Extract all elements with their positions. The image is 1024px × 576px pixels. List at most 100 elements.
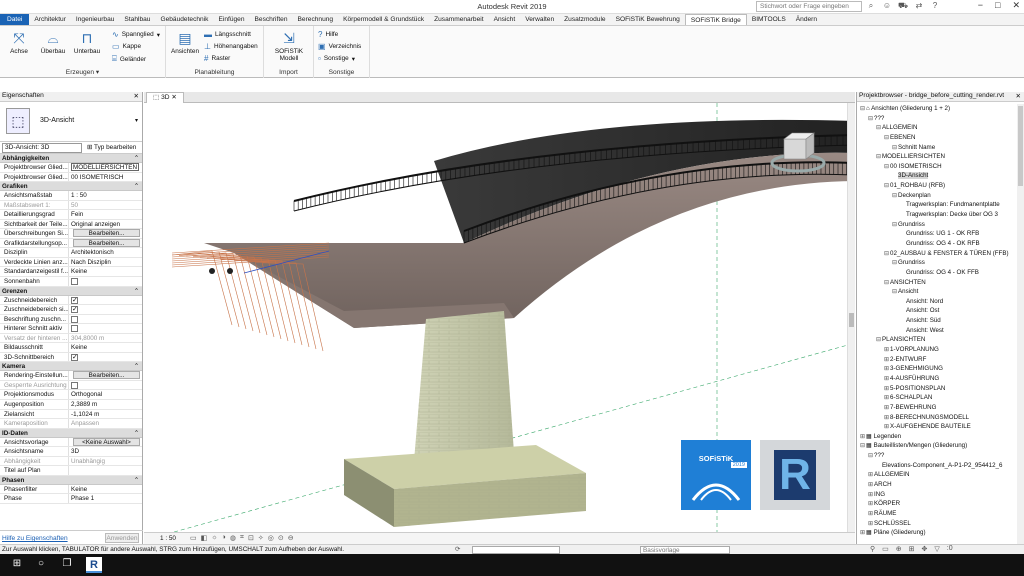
tree-node[interactable]: ⊞RÄUME <box>857 509 1017 519</box>
tree-node[interactable]: ⊟02_AUSBAU & FENSTER & TÜREN (FFB) <box>857 249 1017 259</box>
shadows-icon[interactable]: ◑ <box>222 534 226 542</box>
help-icon[interactable]: ? <box>930 1 940 11</box>
tree-node[interactable]: ⊞6-SCHALPLAN <box>857 393 1017 403</box>
reveal-icon[interactable]: ⊙ <box>278 534 284 542</box>
apply-button[interactable]: Anwenden <box>105 533 139 543</box>
tree-node[interactable]: ⊟Schnitt Name <box>857 143 1017 153</box>
tab-koerpermodell[interactable]: Körpermodell & Grundstück <box>338 14 429 25</box>
tree-node[interactable]: ⊟EBENEN <box>857 133 1017 143</box>
maximize-button[interactable]: □ <box>995 0 1000 11</box>
tree-node[interactable]: ⊟Ansicht <box>857 287 1017 297</box>
tree-node[interactable]: ⊞▦ Legenden <box>857 432 1017 442</box>
tab-sofistik-bewehrung[interactable]: SOFiSTiK Bewehrung <box>611 14 685 25</box>
expand-icon[interactable]: ⊞ <box>859 529 866 539</box>
property-group-header[interactable]: ID-Daten ⌃ <box>0 428 142 438</box>
tab-bimtools[interactable]: BIMTOOLS <box>747 14 791 25</box>
browser-scrollbar[interactable] <box>1017 104 1024 544</box>
property-value[interactable]: Bearbeiten... <box>69 238 142 248</box>
tab-gebaeudetechnik[interactable]: Gebäudetechnik <box>155 14 213 25</box>
3d-canvas[interactable]: SOFiSTiK 2019 R <box>144 103 855 532</box>
property-value[interactable]: 3D <box>69 447 142 456</box>
task-view-icon[interactable]: ❐ <box>58 558 76 569</box>
property-group-header[interactable]: Kamera ⌃ <box>0 362 142 372</box>
tree-node[interactable]: ⊞▦ Pläne (Gliederung) <box>857 528 1017 538</box>
tab-file[interactable]: Datei <box>0 14 30 25</box>
property-value[interactable] <box>69 305 142 314</box>
property-value[interactable] <box>69 296 142 304</box>
tree-node[interactable]: Grundriss: OG 4 - OK FFB <box>857 268 1017 278</box>
tree-node[interactable]: Ansicht: Süd <box>857 316 1017 326</box>
collapse-icon[interactable]: ⌃ <box>134 154 139 163</box>
hoehenangaben-button[interactable]: ⊥ Höhenangaben <box>204 42 258 51</box>
tree-node[interactable]: ⊟01_ROHBAU (RFB) <box>857 181 1017 191</box>
property-edit-button[interactable]: Bearbeiten... <box>73 238 140 247</box>
tree-node[interactable]: ⊞5-POSITIONSPLAN <box>857 384 1017 394</box>
ueberbau-button[interactable]: ⌓ Überbau <box>38 28 68 55</box>
tree-node[interactable]: ⊟PLANSICHTEN <box>857 335 1017 345</box>
select-underlay-icon[interactable]: ▭ <box>882 545 889 553</box>
sync-icon[interactable]: ⟳ <box>455 545 460 553</box>
close-icon[interactable]: ✕ <box>1015 92 1021 100</box>
minimize-button[interactable]: − <box>978 0 983 11</box>
property-value[interactable]: Phase 1 <box>69 494 142 503</box>
tab-ansicht[interactable]: Ansicht <box>489 14 521 25</box>
property-value[interactable]: 2,3889 m <box>69 400 142 409</box>
property-value[interactable]: Orthogonal <box>69 390 142 399</box>
collapse-icon[interactable]: ⌃ <box>134 362 139 371</box>
property-value[interactable] <box>69 315 142 324</box>
tree-node[interactable]: 3D-Ansicht <box>857 171 1017 181</box>
revit-taskbar-icon[interactable]: R <box>86 557 102 573</box>
hide-icon[interactable]: ✧ <box>258 534 264 542</box>
property-edit-button[interactable]: <Keine Auswahl> <box>73 437 140 446</box>
tab-berechnung[interactable]: Berechnung <box>293 14 339 25</box>
tree-node[interactable]: ⊞4-AUSFÜHRUNG <box>857 374 1017 384</box>
tab-architektur[interactable]: Architektur <box>29 14 71 25</box>
property-group-header[interactable]: Grafiken ⌃ <box>0 182 142 192</box>
property-group-header[interactable]: Grenzen ⌃ <box>0 286 142 296</box>
tree-node[interactable]: ⊞ALLGEMEIN <box>857 470 1017 480</box>
windows-start-icon[interactable]: ⊞ <box>8 558 26 569</box>
type-selector[interactable]: ⬚ 3D-Ansicht ▾ <box>0 102 142 142</box>
scrollbar-thumb[interactable] <box>1018 106 1023 186</box>
select-pinned-icon[interactable]: ⊕ <box>896 545 902 553</box>
tab-verwalten[interactable]: Verwalten <box>520 14 559 25</box>
tree-node[interactable]: ⊞3-GENEHMIGUNG <box>857 364 1017 374</box>
tab-sofistik-bridge[interactable]: SOFiSTiK Bridge <box>684 14 747 25</box>
edit-type-button[interactable]: ⊞ Typ bearbeiten <box>87 143 136 153</box>
tree-node[interactable]: Tragwerksplan: Fundmanentplatte <box>857 200 1017 210</box>
property-value[interactable] <box>69 277 142 286</box>
tree-node[interactable]: ⊞8-BERECHNUNGSMODELL <box>857 413 1017 423</box>
property-value[interactable]: Architektonisch <box>69 248 142 257</box>
instance-selector[interactable]: 3D-Ansicht: 3D <box>2 143 82 153</box>
tree-node[interactable]: ⊞KÖRPER <box>857 499 1017 509</box>
sonstige-button[interactable]: ▫ Sonstige ▾ <box>318 54 355 63</box>
workset-selector[interactable] <box>472 546 560 554</box>
tree-node[interactable]: ⊞X-AUFGEHENDE BAUTEILE <box>857 422 1017 432</box>
lock-icon[interactable]: ⊡ <box>248 534 254 542</box>
property-value[interactable]: MODELLIERSICHTEN <box>69 163 142 172</box>
properties-help-link[interactable]: Hilfe zu Eigenschaften <box>2 535 68 542</box>
property-checkbox[interactable] <box>71 296 78 304</box>
tree-node[interactable]: Grundriss: OG 4 - OK RFB <box>857 239 1017 249</box>
select-face-icon[interactable]: ⊞ <box>909 545 915 553</box>
scrollbar-thumb[interactable] <box>849 313 854 327</box>
tree-node[interactable]: ⊟▦ Bauteillisten/Mengen (Gliederung) <box>857 441 1017 451</box>
tree-node[interactable]: ⊞2-ENTWURF <box>857 355 1017 365</box>
tree-node[interactable]: ⊟⌂ Ansichten (Gliederung 1 + 2) <box>857 104 1017 114</box>
close-button[interactable]: ✕ <box>1012 0 1020 11</box>
property-value[interactable]: 1 : 50 <box>69 191 142 200</box>
property-value[interactable] <box>69 324 142 333</box>
collapse-icon[interactable]: ⌃ <box>134 182 139 191</box>
tree-node[interactable]: ⊟MODELLIERSICHTEN <box>857 152 1017 162</box>
search-icon[interactable]: ○ <box>32 558 50 569</box>
search-input[interactable]: Stichwort oder Frage eingeben <box>756 1 862 12</box>
raster-button[interactable]: # Raster <box>204 54 230 63</box>
collapse-icon[interactable]: ⌃ <box>134 476 139 485</box>
gelaender-button[interactable]: ⌸ Geländer <box>112 54 146 64</box>
ansichten-button[interactable]: ▤ Ansichten <box>170 28 200 55</box>
property-checkbox[interactable] <box>71 325 78 333</box>
tab-ingenieurbau[interactable]: Ingenieurbau <box>71 14 120 25</box>
hilfe-button[interactable]: ? Hilfe <box>318 30 338 39</box>
verzeichnis-button[interactable]: ▣ Verzeichnis <box>318 42 361 51</box>
tab-beschriften[interactable]: Beschriften <box>250 14 293 25</box>
